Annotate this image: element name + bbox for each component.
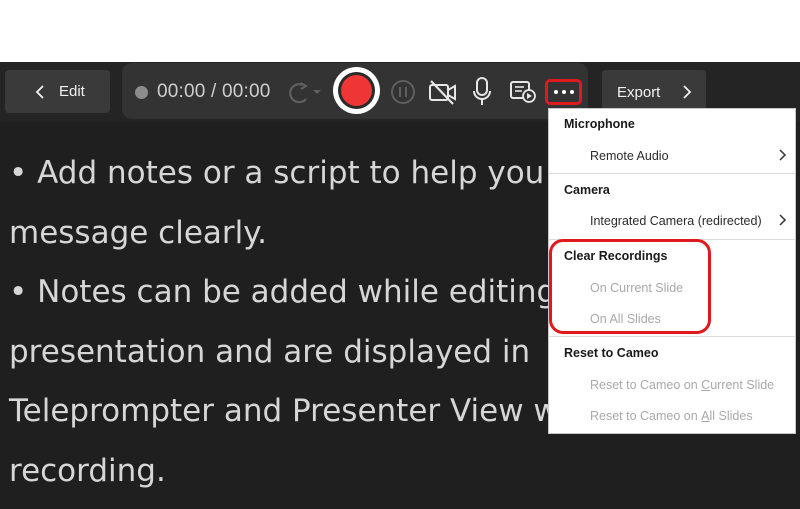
menu-header-microphone: Microphone bbox=[564, 117, 635, 131]
menu-item-reset-current-slide[interactable]: Reset to Cameo on Current Slide bbox=[549, 371, 795, 399]
notes-line: recording. bbox=[9, 452, 166, 489]
menu-item-label: Remote Audio bbox=[590, 149, 669, 163]
recording-timer: 00:00 / 00:00 bbox=[157, 81, 271, 102]
recording-view: Edit 00:00 / 00:00 Export • Add notes or… bbox=[0, 62, 800, 509]
chevron-right-icon bbox=[779, 149, 787, 161]
edit-button[interactable]: Edit bbox=[5, 70, 110, 113]
chevron-right-icon bbox=[779, 214, 787, 226]
menu-item-integrated-camera[interactable]: Integrated Camera (redirected) bbox=[549, 207, 795, 235]
camera-off-icon[interactable] bbox=[428, 78, 458, 106]
retake-icon[interactable] bbox=[282, 80, 324, 106]
chevron-left-icon bbox=[35, 84, 44, 99]
menu-item-clear-all-slides[interactable]: On All Slides bbox=[549, 305, 795, 333]
menu-header-clear-recordings: Clear Recordings bbox=[564, 249, 668, 263]
export-label: Export bbox=[617, 83, 661, 101]
menu-item-label: Integrated Camera (redirected) bbox=[590, 214, 762, 228]
menu-item-clear-current-slide[interactable]: On Current Slide bbox=[549, 274, 795, 302]
menu-divider bbox=[549, 336, 795, 337]
presenter-view-icon[interactable] bbox=[509, 79, 537, 105]
more-options-icon bbox=[553, 90, 558, 94]
chevron-right-icon bbox=[683, 85, 692, 99]
pause-icon[interactable] bbox=[390, 79, 416, 105]
microphone-icon[interactable] bbox=[471, 76, 493, 108]
record-button[interactable] bbox=[333, 67, 380, 114]
record-icon bbox=[341, 75, 372, 106]
menu-header-camera: Camera bbox=[564, 183, 610, 197]
edit-label: Edit bbox=[59, 83, 85, 100]
menu-divider bbox=[549, 239, 795, 240]
more-options-menu: Microphone Remote Audio Camera Integrate… bbox=[548, 108, 796, 434]
menu-divider bbox=[549, 173, 795, 174]
recording-status-dot bbox=[135, 86, 148, 99]
menu-item-remote-audio[interactable]: Remote Audio bbox=[549, 142, 795, 170]
more-options-button[interactable] bbox=[545, 79, 582, 105]
menu-item-reset-all-slides[interactable]: Reset to Cameo on All Slides bbox=[549, 402, 795, 430]
menu-header-reset-to-cameo: Reset to Cameo bbox=[564, 346, 659, 360]
